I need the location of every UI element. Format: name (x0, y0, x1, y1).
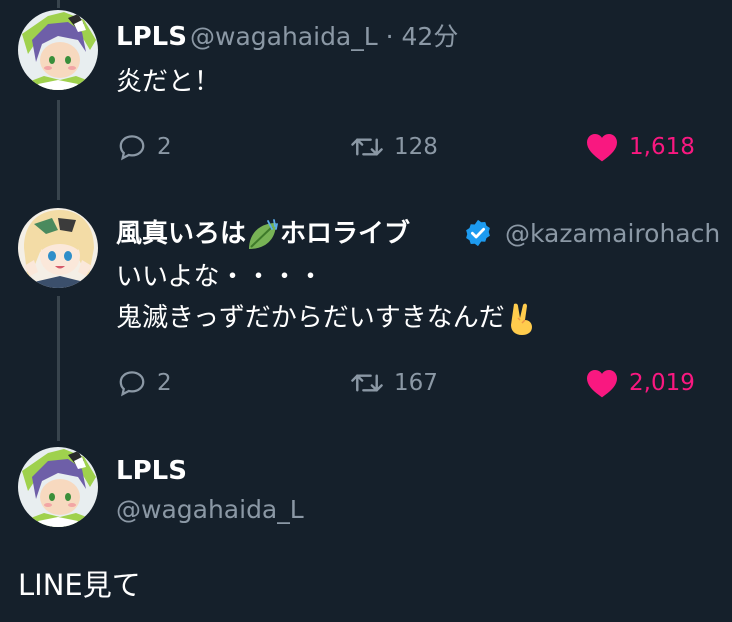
tweet-1-display-name[interactable]: LPLS (116, 19, 187, 55)
tweet-2-display-name[interactable]: 風真いろは ホロライブ (116, 216, 410, 252)
tweet-1-like-count: 1,618 (629, 134, 695, 160)
retweet-icon (351, 138, 383, 156)
tweet-2-text-line-1: いいよな・・・・ (116, 262, 324, 292)
heart-icon (587, 134, 617, 162)
avatar-kazama-iroha[interactable] (18, 208, 98, 288)
victory-hand-emoji-icon (510, 303, 532, 335)
focused-handle[interactable]: @wagahaida_L (116, 492, 304, 528)
tweet-2-display-name-suffix: ホロライブ (280, 219, 411, 249)
thread-line-2 (57, 296, 60, 441)
tweet-1-handle-time[interactable]: @wagahaida_L · 42分 (190, 19, 458, 55)
tweet-2-like-count: 2,019 (629, 370, 695, 396)
reply-icon (119, 371, 145, 397)
tweet-2-reply-count: 2 (157, 370, 172, 396)
tweet-2-like-button[interactable]: 2,019 (585, 365, 695, 401)
tweet-2-retweet-count: 167 (394, 370, 438, 396)
tweet-1-reply-button[interactable]: 2 (117, 129, 172, 165)
focused-text: LINE見て (18, 568, 141, 602)
retweet-icon (351, 374, 383, 392)
tweet-2-display-name-prefix: 風真いろは (116, 219, 247, 249)
focused-display-name[interactable]: LPLS (116, 453, 187, 489)
tweet-1-text: 炎だと！ (116, 67, 221, 97)
verified-badge-icon (466, 219, 490, 247)
tweet-2-retweet-button[interactable]: 167 (350, 365, 438, 401)
tweet-1-retweet-count: 128 (394, 134, 438, 160)
leaf-emoji-icon (249, 218, 278, 249)
tweet-2-reply-button[interactable]: 2 (117, 365, 172, 401)
thread-line-top (57, 0, 60, 8)
tweet-1-like-button[interactable]: 1,618 (585, 129, 695, 165)
tweet-2-handle[interactable]: @kazamairohach (505, 216, 720, 252)
tweet-1-reply-count: 2 (157, 134, 172, 160)
avatar-lpls-focused[interactable] (18, 447, 98, 527)
reply-icon (119, 135, 145, 161)
avatar-lpls[interactable] (18, 10, 98, 90)
tweet-2-text-line-2: 鬼滅きっずだからだいすきなんだ (116, 298, 537, 338)
tweet-1-retweet-button[interactable]: 128 (350, 129, 438, 165)
tweet-2-text-line-2-content: 鬼滅きっずだからだいすきなんだ (116, 303, 505, 333)
thread-line-1 (57, 100, 60, 200)
heart-icon (587, 370, 617, 398)
